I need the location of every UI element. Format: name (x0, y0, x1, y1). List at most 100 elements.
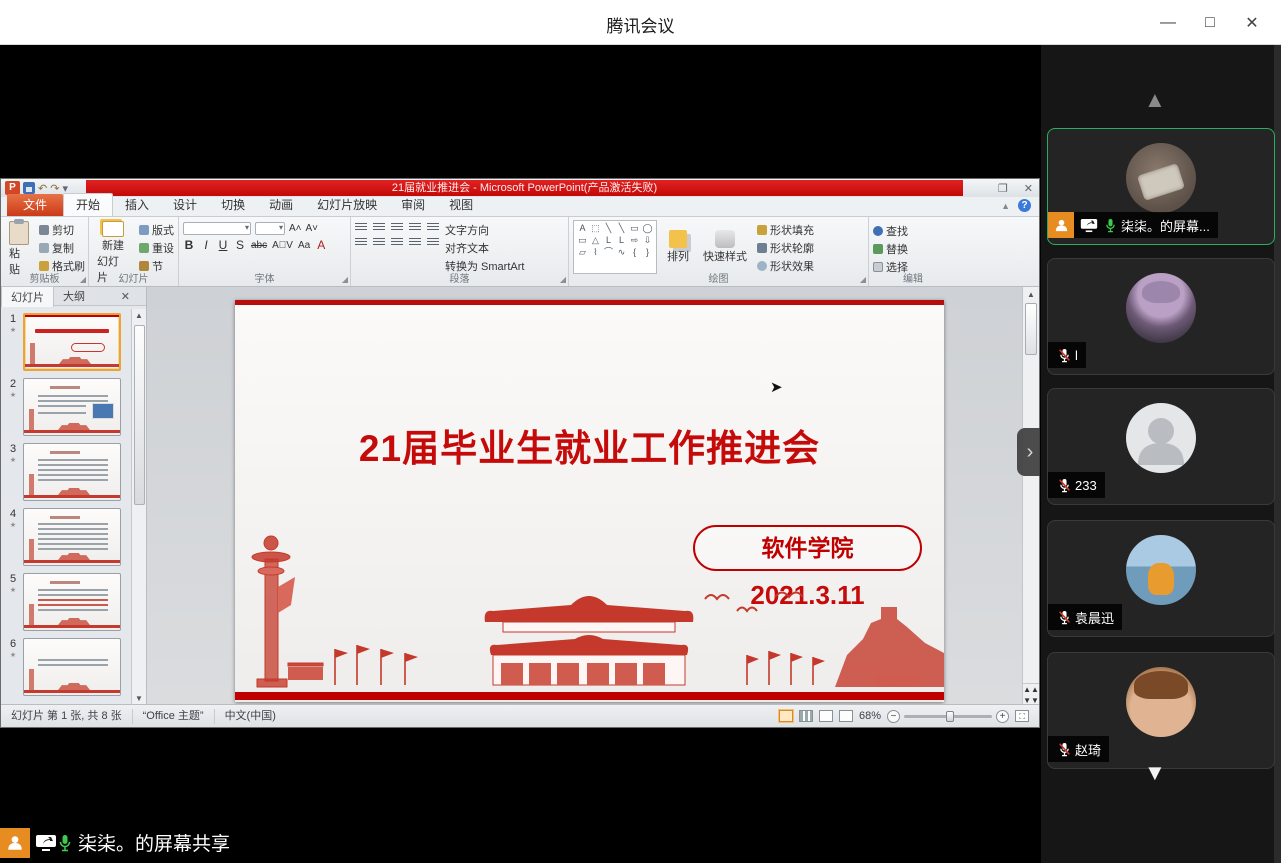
align-left-icon[interactable] (355, 238, 367, 247)
save-icon[interactable] (23, 182, 35, 194)
ppt-close-button[interactable]: ✕ (1024, 182, 1033, 195)
justify-icon[interactable] (409, 238, 421, 247)
find-icon (873, 226, 883, 236)
panel-scrollbar[interactable]: ▲ ▼ (131, 309, 146, 706)
numbering-icon[interactable] (373, 223, 385, 232)
zoom-out-icon[interactable]: − (887, 710, 900, 723)
tab-file[interactable]: 文件 (7, 194, 63, 216)
replace-button[interactable]: 替换 (873, 241, 908, 257)
slide-thumbnail-2[interactable]: 2★ (3, 378, 129, 436)
font-dialog-launcher[interactable]: ◢ (342, 275, 348, 284)
zoom-slider[interactable]: − + (887, 710, 1009, 723)
slide-thumbnail-1[interactable]: 1★ (3, 313, 129, 371)
tab-transitions[interactable]: 切换 (209, 194, 257, 216)
slide-thumbnail-5[interactable]: 5★ (3, 573, 129, 631)
panel-scroll-thumb[interactable] (134, 325, 145, 505)
shape-outline-button[interactable]: 形状轮廓 (757, 240, 814, 256)
tab-review[interactable]: 审阅 (389, 194, 437, 216)
font-name-select[interactable] (183, 222, 251, 235)
cut-button[interactable]: 剪切 (39, 222, 85, 238)
arrange-button[interactable]: 排列 (663, 220, 693, 274)
vertical-scrollbar[interactable]: ▲ ▲▲ ▼▼ (1022, 287, 1039, 706)
strikethrough-button[interactable]: abc (251, 240, 267, 251)
bold-button[interactable]: B (183, 238, 195, 252)
reading-view-icon[interactable] (819, 710, 833, 722)
decrease-indent-icon[interactable] (391, 223, 403, 232)
columns-icon[interactable] (427, 238, 439, 247)
grow-font-icon[interactable]: A˄ (289, 223, 302, 234)
underline-button[interactable]: U (217, 238, 229, 252)
align-right-icon[interactable] (391, 238, 403, 247)
font-color-button[interactable]: A (315, 238, 327, 252)
quick-styles-button[interactable]: 快速样式 (699, 220, 751, 274)
tab-view[interactable]: 视图 (437, 194, 485, 216)
zoom-in-icon[interactable]: + (996, 710, 1009, 723)
participant-name: 赵琦 (1075, 740, 1101, 759)
find-button[interactable]: 查找 (873, 223, 908, 239)
copy-button[interactable]: 复制 (39, 240, 85, 256)
shape-fill-button[interactable]: 形状填充 (757, 222, 814, 238)
char-spacing-button[interactable]: A⃫V (272, 240, 293, 251)
align-text-button[interactable]: 对齐文本 (445, 240, 524, 256)
help-icon[interactable]: ? (1018, 199, 1031, 212)
redo-icon[interactable]: ↷ (50, 182, 59, 195)
italic-button[interactable]: I (200, 238, 212, 252)
previous-slide-button[interactable]: ▲▲ (1023, 684, 1039, 695)
panel-tab-outline[interactable]: 大纲 (54, 286, 94, 306)
tab-slideshow[interactable]: 幻灯片放映 (305, 194, 389, 216)
zoom-level[interactable]: 68% (859, 710, 881, 722)
drawing-dialog-launcher[interactable]: ◢ (860, 275, 866, 284)
slideshow-view-icon[interactable] (839, 710, 853, 722)
slide-editor-area[interactable]: 21届毕业生就业工作推进会 软件学院 2021.3.11 (147, 287, 1022, 706)
text-direction-button[interactable]: 文字方向 (445, 222, 524, 238)
participant-tile[interactable]: 袁晨迅 (1047, 520, 1275, 637)
participant-tile[interactable]: 233 (1047, 388, 1275, 505)
normal-view-icon[interactable] (779, 710, 793, 722)
maximize-button[interactable]: □ (1189, 0, 1231, 45)
reset-button[interactable]: 重设 (139, 240, 174, 256)
clipboard-dialog-launcher[interactable]: ◢ (80, 275, 86, 284)
close-button[interactable]: ✕ (1231, 0, 1273, 45)
collapse-ribbon-icon[interactable]: ▲ (1001, 201, 1010, 211)
paragraph-dialog-launcher[interactable]: ◢ (560, 275, 566, 284)
shapes-gallery[interactable]: A⬚╲╲▭◯ ▭△LL⇨⇩ ▱⌇⌒∿{} (573, 220, 657, 274)
panel-tab-slides[interactable]: 幻灯片 (1, 286, 54, 307)
slide-canvas[interactable]: 21届毕业生就业工作推进会 软件学院 2021.3.11 (235, 300, 944, 702)
bullets-icon[interactable] (355, 223, 367, 232)
layout-button[interactable]: 版式 (139, 222, 174, 238)
panel-close-icon[interactable]: ✕ (121, 290, 130, 303)
tab-home[interactable]: 开始 (63, 193, 113, 216)
scroll-participants-up-icon[interactable]: ▲ (1144, 87, 1166, 113)
minimize-button[interactable]: — (1147, 0, 1189, 45)
language-indicator[interactable]: 中文(中国) (215, 709, 286, 724)
sidebar-scrollbar[interactable] (1274, 45, 1281, 863)
participant-tile[interactable]: l (1047, 258, 1275, 375)
slide-thumbnail-3[interactable]: 3★ (3, 443, 129, 501)
scroll-thumb[interactable] (1025, 303, 1037, 355)
panel-scroll-up-icon[interactable]: ▲ (132, 309, 146, 323)
shadow-button[interactable]: S (234, 238, 246, 252)
avatar (1126, 667, 1196, 737)
tab-design[interactable]: 设计 (161, 194, 209, 216)
scroll-participants-down-icon[interactable]: ▼ (1144, 760, 1166, 786)
change-case-button[interactable]: Aa (298, 240, 310, 251)
undo-icon[interactable]: ↶ (38, 182, 47, 195)
shrink-font-icon[interactable]: A˅ (306, 223, 319, 234)
participant-tile-sharer[interactable]: 柒柒。的屏幕... (1047, 128, 1275, 245)
scroll-up-icon[interactable]: ▲ (1023, 287, 1039, 302)
tab-animations[interactable]: 动画 (257, 194, 305, 216)
slide-sorter-view-icon[interactable] (799, 710, 813, 722)
participant-tile[interactable]: 赵琦 (1047, 652, 1275, 769)
ribbon-tab-bar: 文件 开始 插入 设计 切换 动画 幻灯片放映 审阅 视图 ▲ ? (1, 197, 1039, 217)
line-spacing-icon[interactable] (427, 223, 439, 232)
font-size-select[interactable] (255, 222, 285, 235)
zoom-track[interactable] (904, 715, 992, 718)
fit-to-window-icon[interactable]: ⛶ (1015, 710, 1029, 722)
align-center-icon[interactable] (373, 238, 385, 247)
ppt-restore-button[interactable]: ❐ (998, 182, 1008, 195)
increase-indent-icon[interactable] (409, 223, 421, 232)
slide-thumbnail-4[interactable]: 4★ (3, 508, 129, 566)
slide-thumbnail-6[interactable]: 6★ (3, 638, 129, 696)
zoom-thumb[interactable] (946, 711, 954, 722)
tab-insert[interactable]: 插入 (113, 194, 161, 216)
